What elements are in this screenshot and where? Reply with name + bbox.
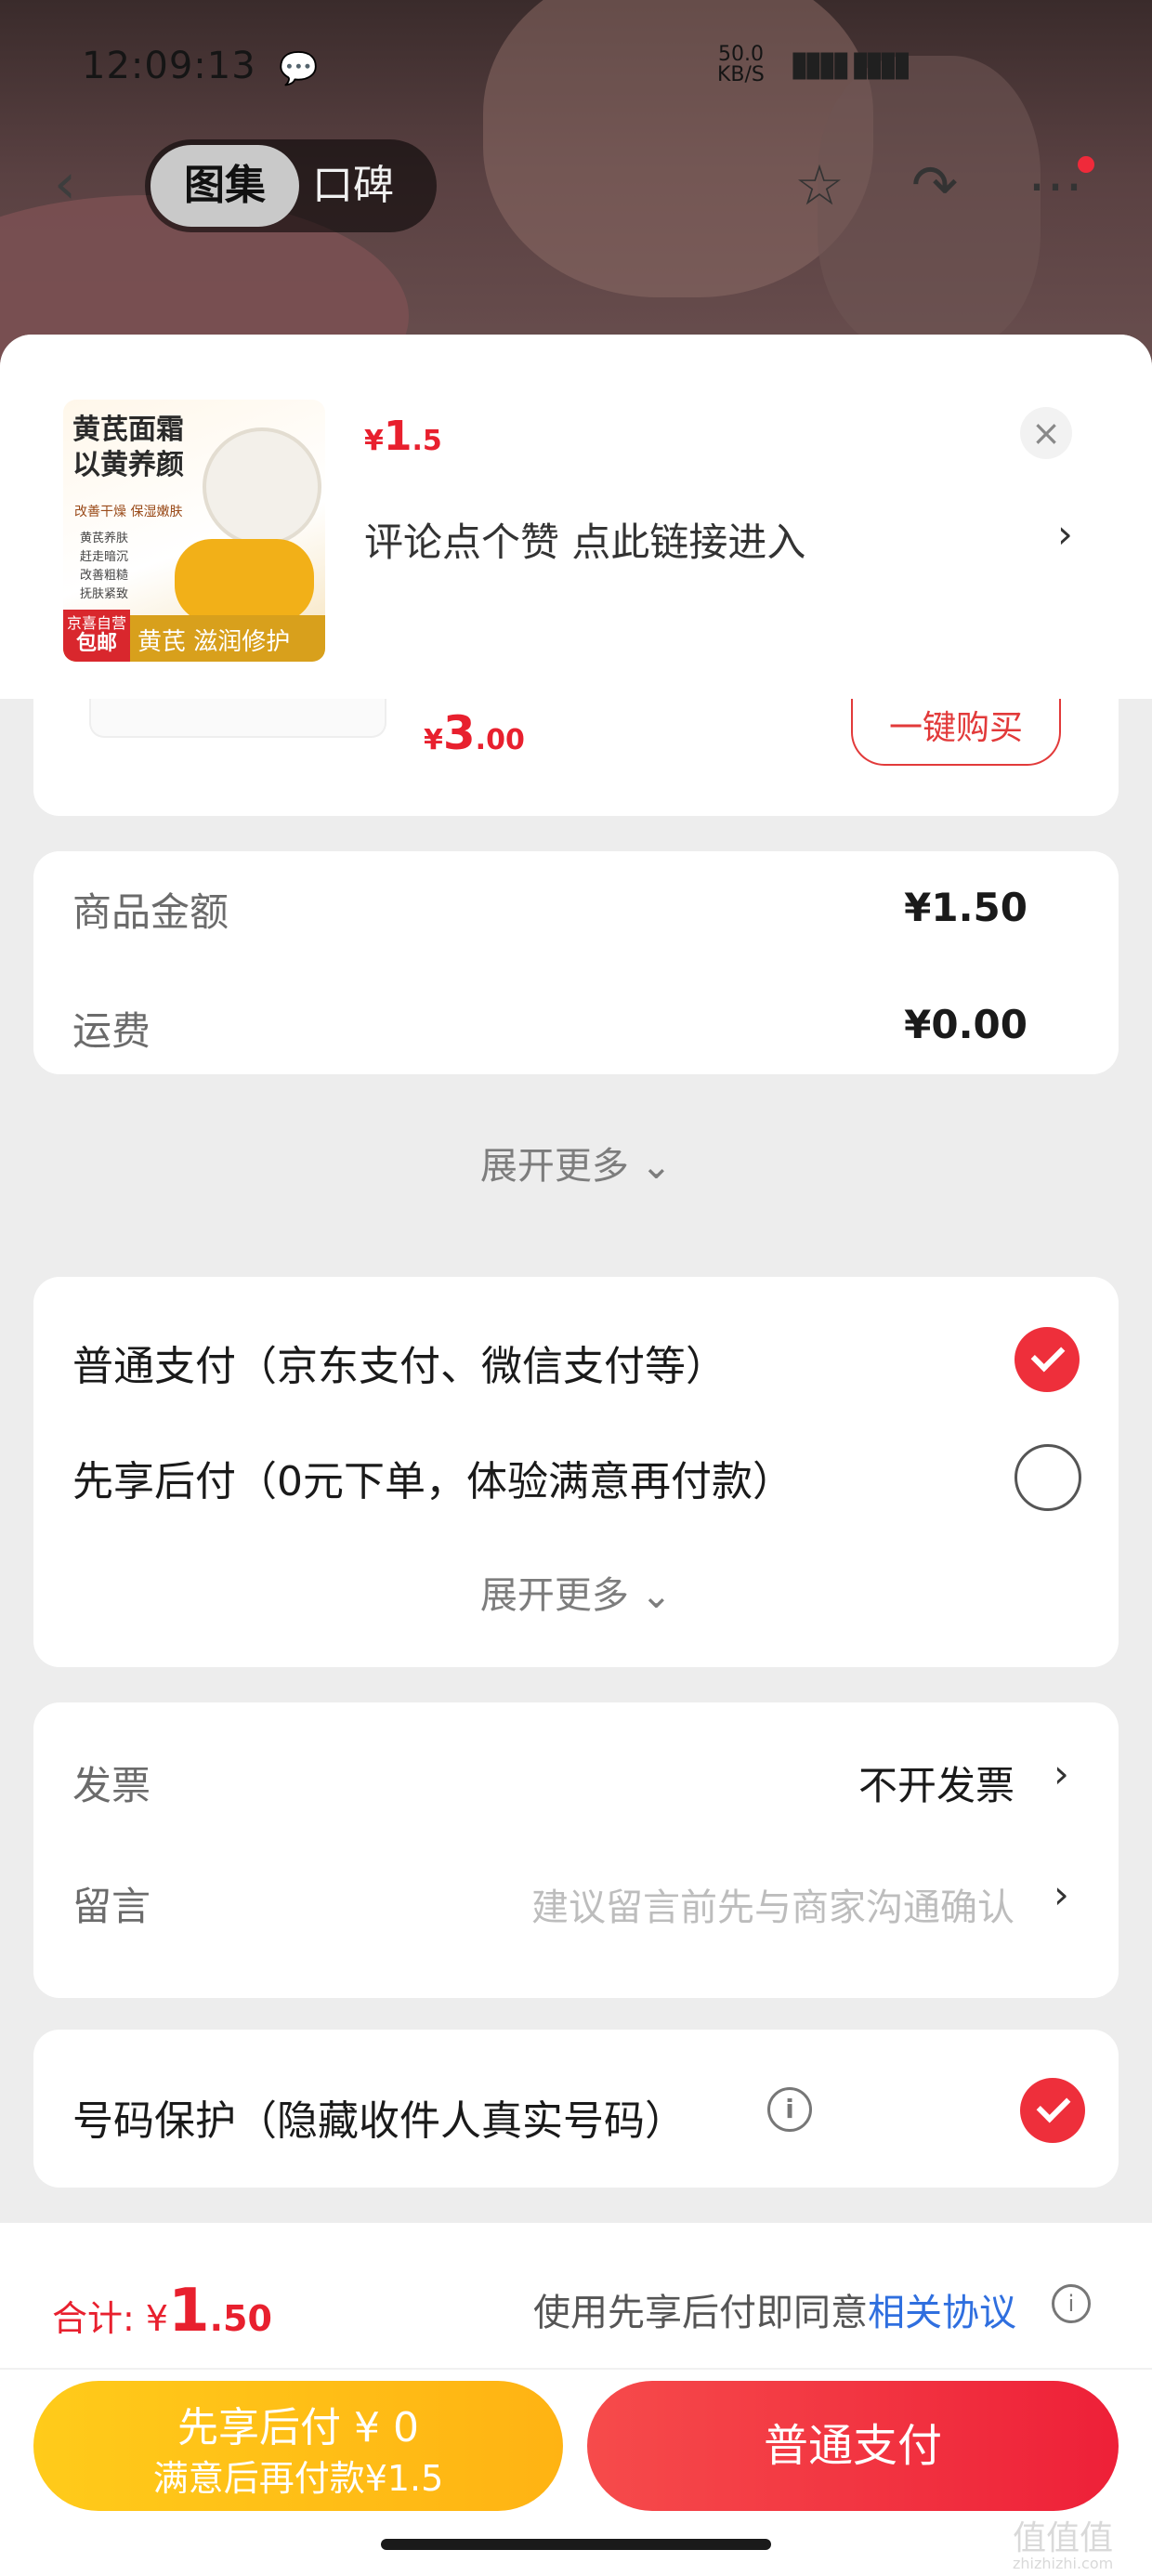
total-label: 合计: xyxy=(52,2298,146,2339)
popup-price-int: 1 xyxy=(383,413,412,460)
popup-description[interactable]: 评论点个赞 点此链接进入 xyxy=(364,511,805,568)
home-indicator[interactable] xyxy=(381,2539,771,2550)
chevron-right-icon[interactable]: › xyxy=(1057,511,1073,557)
promo-popup[interactable]: 黄芪面霜 以黄养颜 改善干燥 保湿嫩肤 黄芪养肤 赶走暗沉 改善粗糙 抚肤紧致 京… xyxy=(0,335,1152,699)
agreement-text: 使用先享后付即同意相关协议 xyxy=(533,2282,1016,2336)
top-nav: ‹ 图集 口碑 ☆ ↷ ⋯ xyxy=(0,139,1152,232)
thumb-slogan: 黄芪 滋润修护 xyxy=(137,628,291,656)
tab-gallery[interactable]: 图集 xyxy=(151,145,299,227)
signal-icon: ▮▮▮▮ ▮▮▮▮ xyxy=(790,43,911,84)
expand-more-button[interactable]: 展开更多 ⌄ xyxy=(33,1136,1119,1189)
product-thumbnail: 黄芪面霜 以黄养颜 改善干燥 保湿嫩肤 黄芪养肤 赶走暗沉 改善粗糙 抚肤紧致 京… xyxy=(63,400,325,662)
share-icon[interactable]: ↷ xyxy=(901,152,968,219)
jar-body-image xyxy=(175,539,314,623)
info-icon[interactable]: i xyxy=(767,2087,812,2132)
pay-later-line2: 满意后再付款¥1.5 xyxy=(152,2458,444,2499)
check-icon-number-protection[interactable] xyxy=(1020,2078,1085,2143)
info-icon[interactable]: i xyxy=(1052,2284,1091,2323)
note-label: 留言 xyxy=(72,1884,151,1929)
thumb-bullet: 抚肤紧致 xyxy=(80,587,129,601)
one-click-buy-button[interactable]: 一键购买 xyxy=(851,699,1061,766)
product-image-edge xyxy=(89,699,386,738)
star-icon[interactable]: ☆ xyxy=(786,152,853,219)
check-icon-normal-payment[interactable] xyxy=(1015,1327,1080,1392)
product-card: ¥3.00 一键购买 xyxy=(33,699,1119,816)
total-int: 1 xyxy=(168,2277,210,2346)
pay-later-line1: 先享后付 ¥ 0 xyxy=(177,2404,419,2451)
badge-line1: 京喜自营 xyxy=(66,614,126,632)
thumb-title-line1: 黄芪面霜 xyxy=(72,414,184,446)
net-speed: 50.0 KB/S xyxy=(717,45,765,85)
gallery-tab-switch: 图集 口碑 xyxy=(145,139,437,232)
pay-later-button[interactable]: 先享后付 ¥ 0 满意后再付款¥1.5 xyxy=(33,2381,563,2511)
invoice-label: 发票 xyxy=(72,1763,151,1808)
thumb-title-line2: 以黄养颜 xyxy=(72,449,184,481)
note-input[interactable]: 建议留言前先与商家沟通确认 xyxy=(531,1877,1015,1931)
product-price-int: 3 xyxy=(442,706,476,760)
privacy-card: 号码保护（隐藏收件人真实号码） i xyxy=(33,2030,1119,2188)
payment-option-pay-later[interactable]: 先享后付（0元下单，体验满意再付款） xyxy=(72,1448,793,1507)
notification-dot xyxy=(1078,156,1094,173)
status-bar: 12:09:13 💬 50.0 KB/S ▮▮▮▮ ▮▮▮▮ xyxy=(0,37,1152,102)
back-icon[interactable]: ‹ xyxy=(54,156,110,216)
thumb-bullet: 赶走暗沉 xyxy=(80,550,129,564)
net-speed-unit: KB/S xyxy=(717,63,765,86)
agreement-prefix: 使用先享后付即同意 xyxy=(533,2292,868,2334)
normal-pay-button[interactable]: 普通支付 xyxy=(587,2381,1119,2511)
popup-price-dec: .5 xyxy=(412,425,442,457)
number-protection-label: 号码保护（隐藏收件人真实号码） xyxy=(72,2097,686,2145)
thumb-title: 黄芪面霜 以黄养颜 xyxy=(72,413,184,483)
thumb-badge: 京喜自营 包邮 xyxy=(63,610,130,662)
popup-price-symbol: ¥ xyxy=(364,425,384,457)
product-price: ¥3.00 xyxy=(424,706,525,760)
status-time: 12:09:13 xyxy=(82,45,256,87)
product-price-symbol: ¥ xyxy=(424,724,443,756)
checkout-footer: 合计: ¥1.50 使用先享后付即同意相关协议 i 先享后付 ¥ 0 满意后再付… xyxy=(0,2223,1152,2576)
tab-reviews[interactable]: 口碑 xyxy=(312,145,429,227)
payment-card: 普通支付（京东支付、微信支付等） 先享后付（0元下单，体验满意再付款） 展开更多… xyxy=(33,1277,1119,1667)
total-amount: 合计: ¥1.50 xyxy=(52,2277,272,2346)
chevron-right-icon[interactable]: › xyxy=(1054,1751,1069,1796)
close-icon[interactable]: × xyxy=(1020,407,1072,459)
product-price-dec: .00 xyxy=(475,724,525,756)
invoice-card: 发票 不开发票 › 留言 建议留言前先与商家沟通确认 › xyxy=(33,1702,1119,1998)
divider xyxy=(0,2368,1152,2370)
jar-lid-image xyxy=(203,427,321,546)
watermark-logo: 值值值 zhizhizhi.com xyxy=(1013,2522,1113,2572)
thumb-bullet: 黄芪养肤 xyxy=(80,532,129,545)
agreement-link[interactable]: 相关协议 xyxy=(868,2292,1016,2334)
amount-card-expand-area: 展开更多 ⌄ xyxy=(33,851,1119,1242)
chat-bubble-icon: 💬 xyxy=(279,50,319,87)
invoice-value[interactable]: 不开发票 xyxy=(858,1755,1015,1811)
thumb-bullets: 黄芪养肤 赶走暗沉 改善粗糙 抚肤紧致 xyxy=(80,530,128,604)
popup-price: ¥1.5 xyxy=(364,413,442,460)
total-symbol: ¥ xyxy=(145,2298,169,2339)
total-dec: .50 xyxy=(209,2298,272,2339)
watermark-text: 值值值 xyxy=(1013,2519,1114,2557)
thumb-bullet: 改善粗糙 xyxy=(80,569,129,583)
chevron-right-icon[interactable]: › xyxy=(1054,1872,1069,1917)
payment-option-normal[interactable]: 普通支付（京东支付、微信支付等） xyxy=(72,1333,727,1392)
expand-more-button[interactable]: 展开更多 ⌄ xyxy=(33,1565,1119,1619)
thumb-tag: 改善干燥 保湿嫩肤 xyxy=(74,505,183,519)
badge-line2: 包邮 xyxy=(75,632,117,655)
watermark-sub: zhizhizhi.com xyxy=(1013,2555,1114,2572)
radio-icon-pay-later[interactable] xyxy=(1015,1444,1081,1511)
